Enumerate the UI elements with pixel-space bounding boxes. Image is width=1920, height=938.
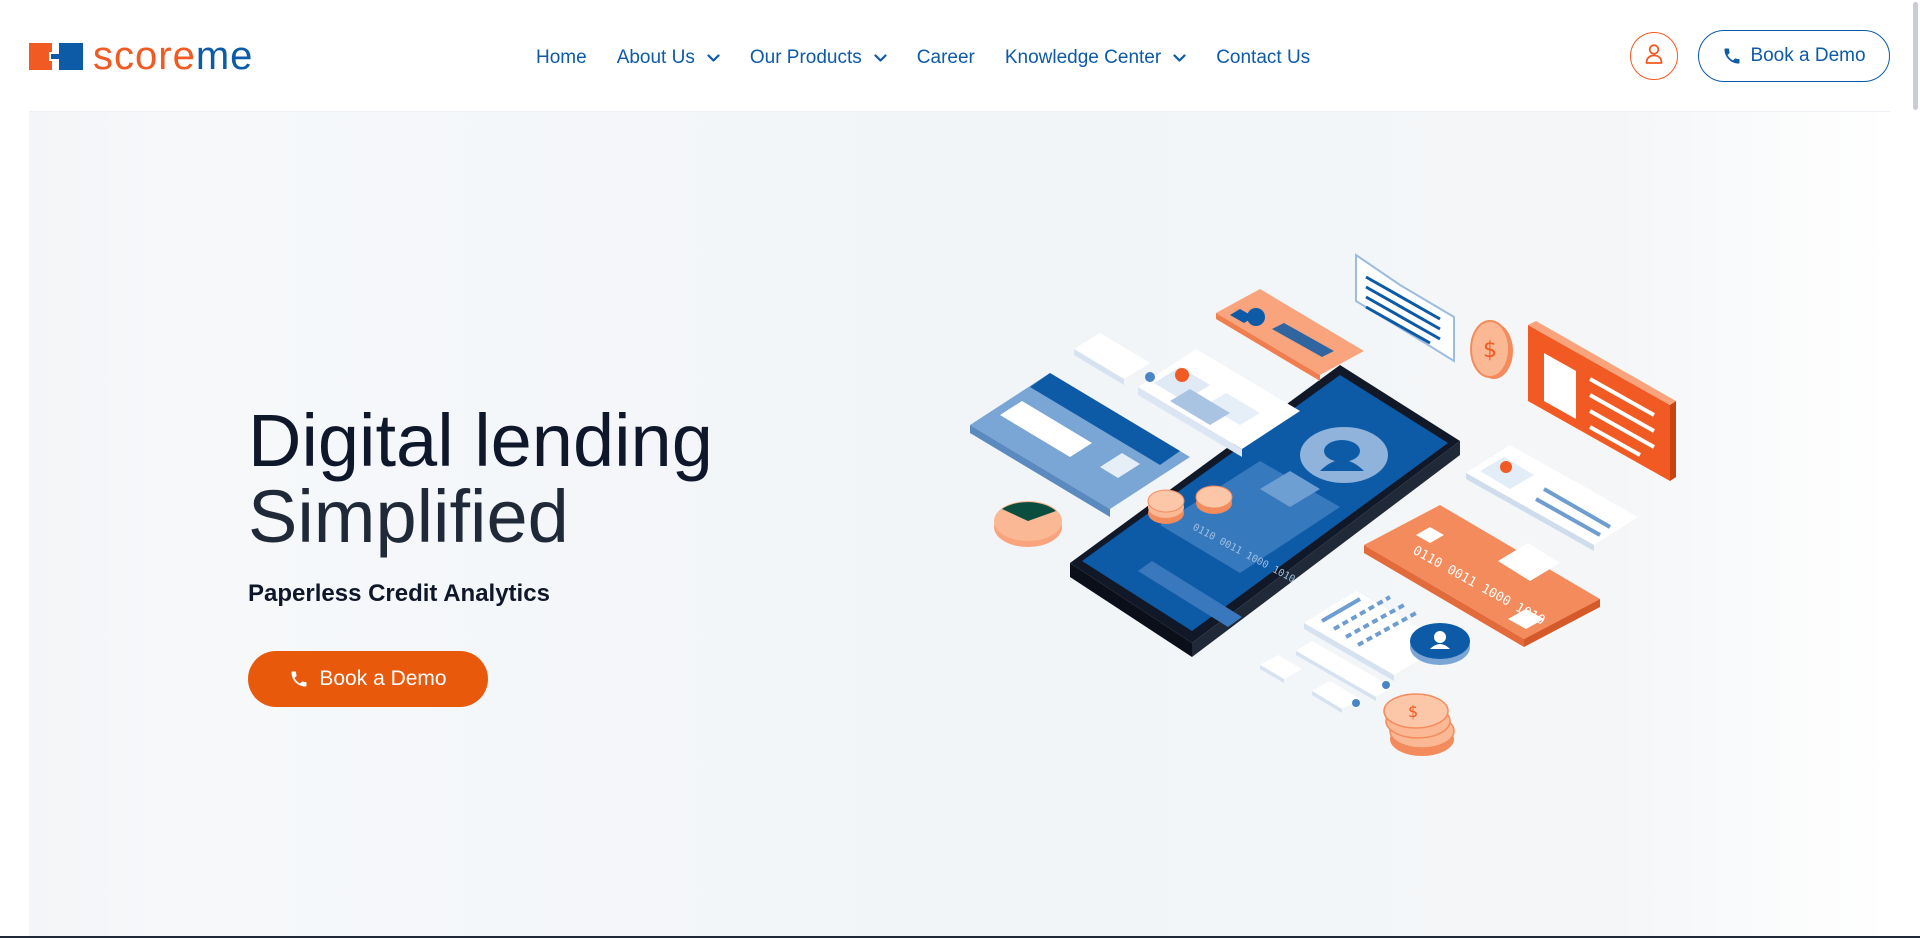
chevron-down-icon	[707, 53, 720, 63]
digital-lending-illustration: 0110 0011 1000 1010 $ 0110 0011 1000 101…	[970, 253, 1676, 756]
nav-item-contact-us[interactable]: Contact Us	[1216, 47, 1310, 69]
svg-text:$: $	[1483, 338, 1497, 363]
scoreme-logo[interactable]: scoreme	[29, 32, 253, 80]
hero-title-line-2: Simplified	[248, 475, 569, 558]
book-demo-button-header[interactable]: Book a Demo	[1698, 30, 1890, 82]
user-icon	[1644, 43, 1664, 70]
nav-item-career[interactable]: Career	[917, 47, 975, 69]
hero-title: Digital lending Simplified	[248, 403, 713, 555]
phone-icon	[289, 669, 309, 689]
page: scoreme Home About Us Our Products Caree…	[0, 0, 1920, 938]
label-card-illustration	[1074, 333, 1155, 385]
svg-text:$: $	[1408, 702, 1418, 721]
nav-item-about-us[interactable]: About Us	[617, 47, 720, 69]
avatar-icon	[1410, 623, 1470, 665]
nav-item-label: Our Products	[749, 47, 862, 68]
logo-mark-icon	[29, 42, 83, 70]
nav-item-home[interactable]: Home	[536, 47, 587, 69]
nav-item-label: About Us	[616, 47, 695, 68]
book-demo-label: Book a Demo	[319, 667, 447, 690]
user-account-button[interactable]	[1630, 32, 1678, 80]
nav-item-label: Home	[536, 47, 587, 68]
scrollbar-thumb[interactable]	[1913, 2, 1918, 110]
nav-item-label: Contact Us	[1216, 47, 1311, 68]
chevron-down-icon	[1173, 53, 1186, 63]
book-demo-label: Book a Demo	[1750, 45, 1866, 66]
main-nav: Home About Us Our Products Career Knowle…	[536, 40, 1310, 76]
nav-item-our-products[interactable]: Our Products	[750, 47, 887, 69]
chat-bubble-illustration	[1355, 253, 1455, 363]
logo-wordmark: scoreme	[93, 32, 253, 80]
nav-item-label: Career	[916, 47, 975, 68]
profile-card-right-illustration	[1466, 445, 1638, 551]
phone-icon	[1722, 46, 1742, 66]
document-panel-illustration	[1528, 321, 1676, 481]
coin-stack-icon: $	[1383, 693, 1455, 756]
hero-title-line-1: Digital lending	[248, 399, 713, 482]
pie-chart-illustration	[994, 501, 1062, 547]
coin-icon: $	[1470, 320, 1513, 379]
scrollbar[interactable]	[1912, 0, 1920, 938]
chevron-down-icon	[874, 53, 887, 63]
book-demo-button-hero[interactable]: Book a Demo	[248, 651, 488, 707]
nav-item-knowledge-center[interactable]: Knowledge Center	[1005, 47, 1186, 69]
nav-item-label: Knowledge Center	[1004, 47, 1162, 68]
logo-text-score: score	[93, 34, 196, 78]
site-header: scoreme Home About Us Our Products Caree…	[0, 0, 1920, 112]
hero-subtitle: Paperless Credit Analytics	[248, 580, 550, 607]
logo-text-me: me	[195, 34, 254, 78]
